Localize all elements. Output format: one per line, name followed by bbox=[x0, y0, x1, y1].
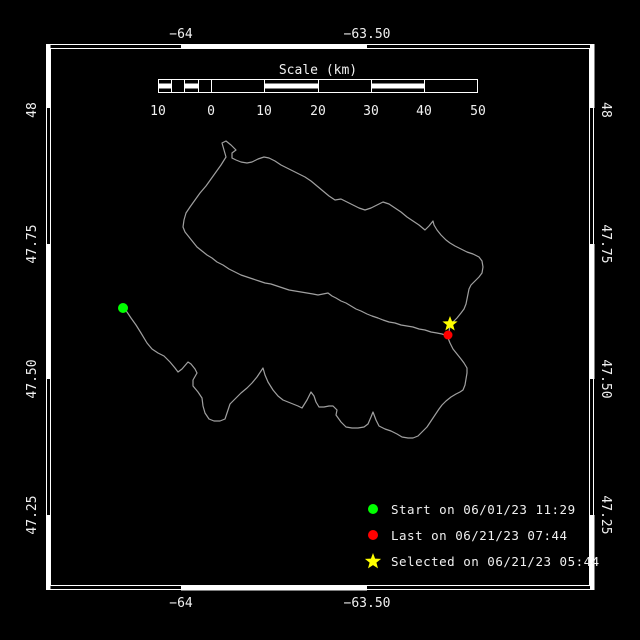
legend-row-last: Last on 06/21/23 07:44 bbox=[364, 522, 600, 548]
scale-bar bbox=[158, 79, 478, 93]
map-window: −64 −63.50 −64 −63.50 48 47.75 47.50 47.… bbox=[0, 0, 640, 640]
selected-legend-star-icon bbox=[364, 552, 382, 570]
legend-label-start: Start on 06/01/23 11:29 bbox=[391, 501, 576, 517]
last-point-marker[interactable] bbox=[443, 330, 453, 340]
legend-row-start: Start on 06/01/23 11:29 bbox=[364, 496, 600, 522]
legend-label-selected: Selected on 06/21/23 05:44 bbox=[391, 553, 600, 569]
start-point-marker[interactable] bbox=[118, 303, 128, 313]
drift-track-path bbox=[122, 140, 484, 439]
last-legend-icon bbox=[364, 530, 382, 540]
start-legend-icon bbox=[364, 504, 382, 514]
legend-row-selected: Selected on 06/21/23 05:44 bbox=[364, 548, 600, 574]
legend-label-last: Last on 06/21/23 07:44 bbox=[391, 527, 568, 543]
legend: Start on 06/01/23 11:29 Last on 06/21/23… bbox=[364, 496, 600, 574]
